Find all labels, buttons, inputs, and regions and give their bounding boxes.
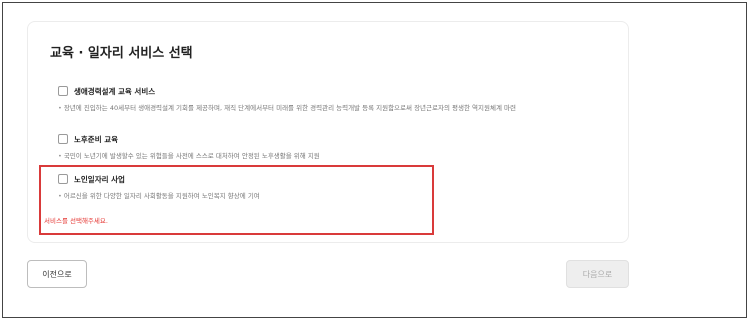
bullet: •: [58, 104, 62, 112]
option-row[interactable]: 노후준비 교육: [58, 132, 618, 146]
option-description: • 어르신을 위한 다양한 일자리 사회활동을 지원하여 노인복지 향상에 기여: [58, 190, 618, 202]
next-button[interactable]: 다음으로: [566, 260, 629, 288]
option-label[interactable]: 노인일자리 사업: [74, 174, 125, 185]
section-title: 교육 · 일자리 서비스 선택: [50, 46, 193, 61]
option-senior-jobs: 노인일자리 사업 • 어르신을 위한 다양한 일자리 사회활동을 지원하여 노인복…: [58, 172, 618, 202]
bullet: •: [58, 152, 62, 160]
page-frame: 교육 · 일자리 서비스 선택 생애경력설계 교육 서비스 • 장년에 진입하는 …: [2, 2, 747, 318]
option-row[interactable]: 노인일자리 사업: [58, 172, 618, 186]
validation-error: 서비스를 선택해주세요.: [44, 217, 108, 225]
option-description: • 장년에 진입하는 40세부터 생애경력설계 기회를 제공하며, 재직 단계에서…: [58, 102, 618, 114]
prev-button[interactable]: 이전으로: [27, 260, 87, 288]
option-retirement-prep: 노후준비 교육 • 국민이 노년기에 발생할수 있는 위험들을 사전에 스스로 대…: [58, 132, 618, 162]
checkbox-retirement-prep[interactable]: [58, 134, 68, 144]
checkbox-senior-jobs[interactable]: [58, 174, 68, 184]
option-description-text: 국민이 노년기에 발생할수 있는 위험들을 사전에 스스로 대처하여 안정된 노…: [63, 152, 320, 160]
option-label[interactable]: 생애경력설계 교육 서비스: [74, 86, 155, 97]
bullet: •: [58, 192, 62, 200]
checkbox-career-design[interactable]: [58, 86, 68, 96]
option-description-text: 어르신을 위한 다양한 일자리 사회활동을 지원하여 노인복지 향상에 기여: [63, 192, 260, 200]
option-row[interactable]: 생애경력설계 교육 서비스: [58, 84, 618, 98]
option-label[interactable]: 노후준비 교육: [74, 134, 118, 145]
option-description: • 국민이 노년기에 발생할수 있는 위험들을 사전에 스스로 대처하여 안정된 …: [58, 150, 618, 162]
option-career-design: 생애경력설계 교육 서비스 • 장년에 진입하는 40세부터 생애경력설계 기회를…: [58, 84, 618, 114]
service-selection-card: 교육 · 일자리 서비스 선택 생애경력설계 교육 서비스 • 장년에 진입하는 …: [27, 21, 629, 243]
option-description-text: 장년에 진입하는 40세부터 생애경력설계 기회를 제공하며, 재직 단계에서부…: [63, 104, 516, 112]
